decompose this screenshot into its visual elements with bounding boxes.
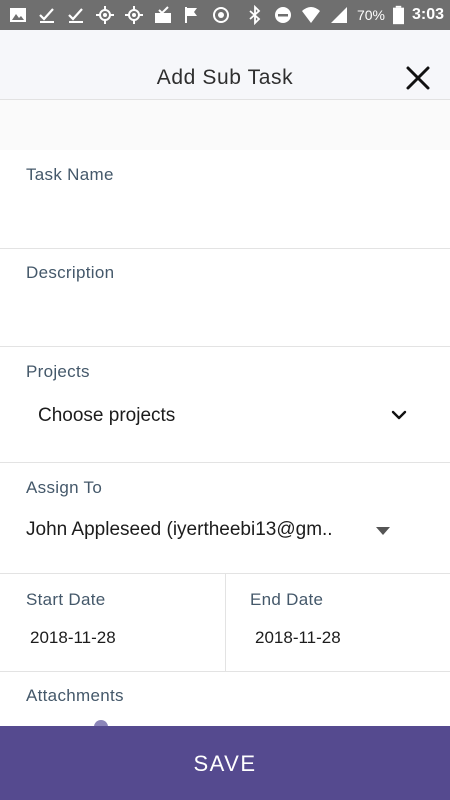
end-date-value: 2018-11-28 [255,628,341,647]
clock: 3:03 [411,6,444,23]
wifi-icon [301,7,320,23]
description-input[interactable] [26,299,424,331]
gps-icon [96,6,114,24]
projects-section: Projects Choose projects [0,347,450,463]
app-header: Add Sub Task [0,30,450,100]
task-name-input[interactable] [26,200,424,232]
task-name-label: Task Name [26,165,114,184]
battery-icon [392,5,404,25]
chevron-down-icon [391,410,407,420]
start-date-field[interactable]: Start Date 2018-11-28 [0,574,225,672]
check-icon [68,8,83,23]
task-name-section: Task Name [0,150,450,249]
end-date-field[interactable]: End Date 2018-11-28 [226,574,450,672]
battery-percent: 70% [356,7,385,23]
close-icon[interactable] [404,64,432,92]
attachments-label: Attachments [26,686,124,705]
description-label: Description [26,263,115,282]
dropdown-caret-icon [376,527,390,535]
save-button[interactable]: SAVE [0,726,450,800]
dates-section: Start Date 2018-11-28 End Date 2018-11-2… [0,574,450,672]
end-date-label: End Date [250,590,324,609]
assign-to-dropdown[interactable]: John Appleseed (iyertheebi13@gm.. [0,507,450,557]
status-system: 70% 3:03 [245,5,444,25]
assign-to-label: Assign To [26,478,103,497]
check-icon [39,8,54,23]
assign-to-selected: John Appleseed (iyertheebi13@gm.. [26,519,333,540]
start-date-value: 2018-11-28 [30,628,116,647]
gps-icon [125,6,143,24]
assign-to-section: Assign To John Appleseed (iyertheebi13@g… [0,463,450,574]
start-date-label: Start Date [26,590,106,609]
signal-icon [330,7,347,23]
bluetooth-icon [249,5,261,25]
image-icon [10,8,26,22]
status-notifications [8,5,231,25]
inbox-check-icon [155,6,171,23]
projects-label: Projects [26,362,90,381]
flag-icon [185,7,197,23]
projects-dropdown[interactable]: Choose projects [0,391,450,441]
do-not-disturb-icon [274,7,291,23]
save-button-label: SAVE [193,751,257,776]
page-title: Add Sub Task [156,66,294,89]
status-bar: 70% 3:03 [0,0,450,30]
projects-selected: Choose projects [38,405,176,426]
header-spacer [0,100,450,150]
description-section: Description [0,249,450,347]
target-icon [213,7,229,23]
